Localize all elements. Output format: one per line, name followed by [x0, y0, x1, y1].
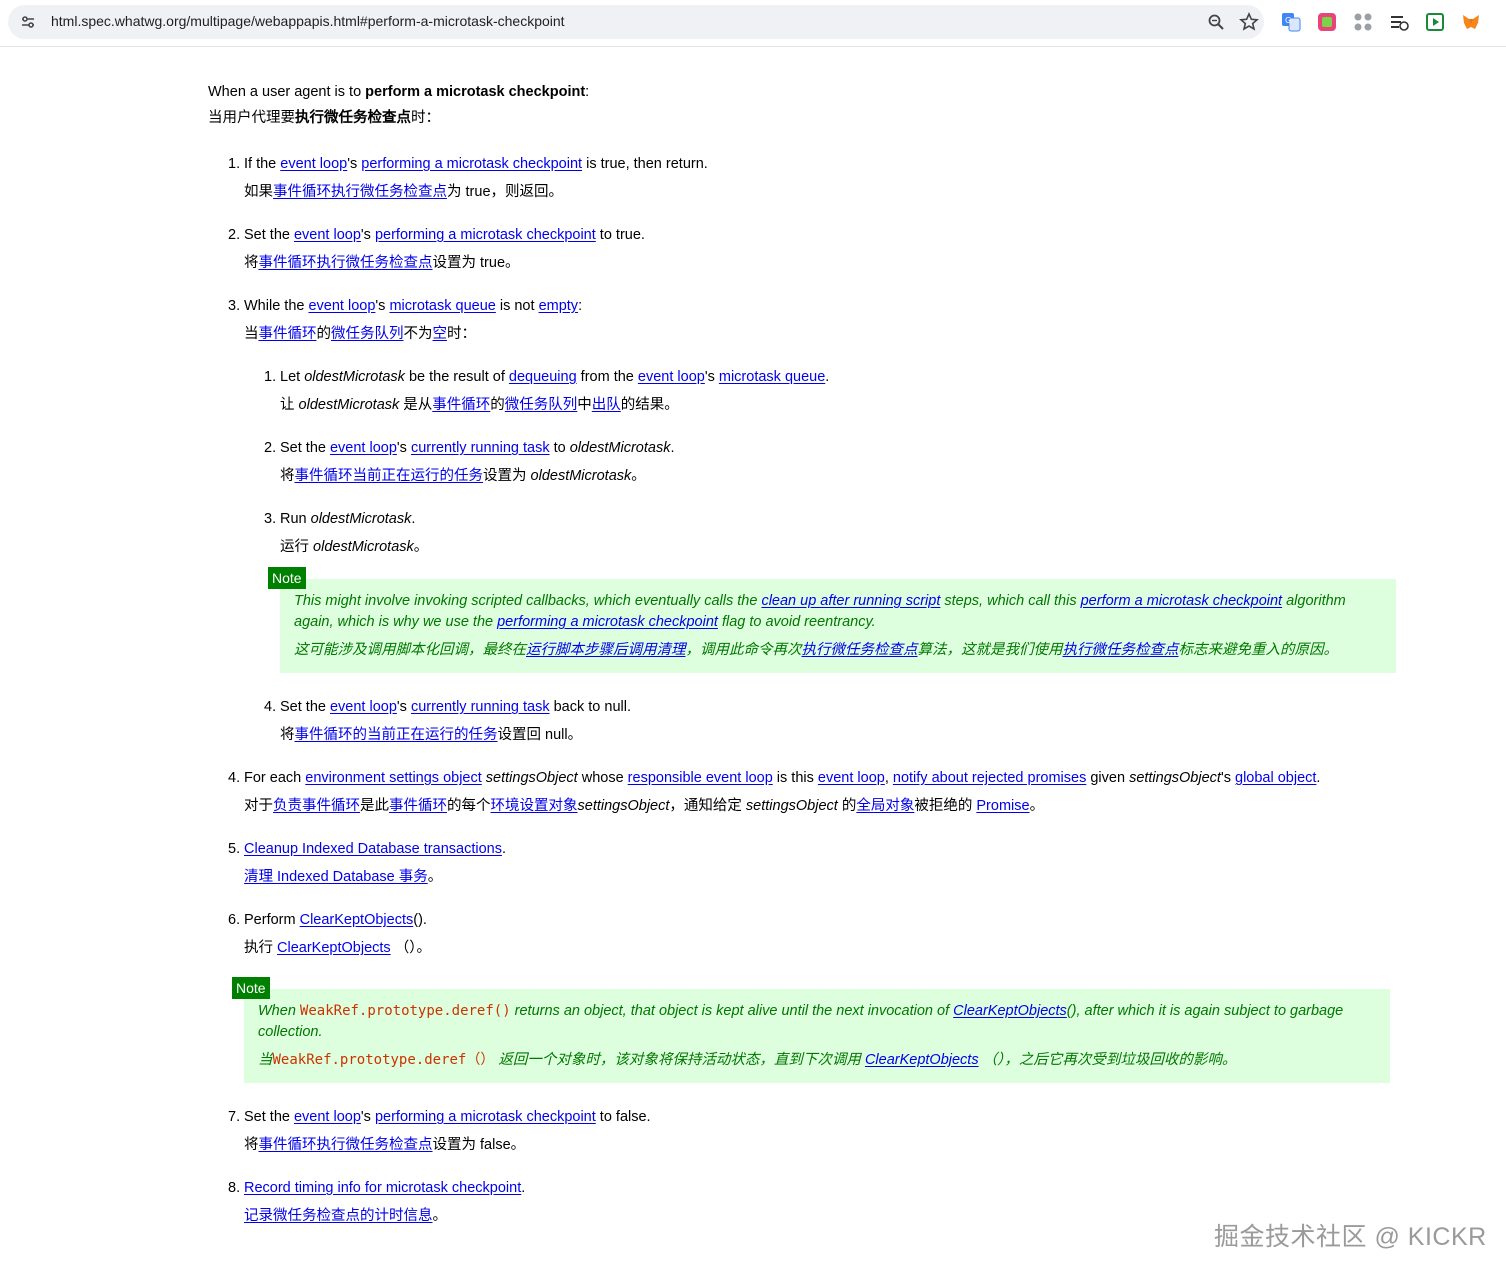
- link-event-loop[interactable]: event loop: [330, 440, 397, 456]
- link-zh-cleanup-indexed-db[interactable]: 清理 Indexed Database 事务: [244, 869, 428, 885]
- link-performing-checkpoint[interactable]: performing a microtask checkpoint: [361, 156, 582, 172]
- note-label: Note: [268, 567, 306, 589]
- link-zh-performing-checkpoint[interactable]: 执行微任务检查点: [1063, 642, 1179, 658]
- link-zh-event-loop[interactable]: 事件循环: [432, 397, 490, 413]
- link-currently-running-task[interactable]: currently running task: [411, 699, 550, 715]
- link-performing-checkpoint[interactable]: performing a microtask checkpoint: [497, 614, 718, 630]
- link-zh-microtask-queue[interactable]: 微任务队列: [505, 397, 578, 413]
- link-performing-checkpoint[interactable]: performing a microtask checkpoint: [375, 227, 596, 243]
- code-weakref-deref-zh: WeakRef.prototype.deref（）: [272, 1052, 495, 1068]
- url-text[interactable]: html.spec.whatwg.org/multipage/webappapi…: [51, 13, 565, 29]
- substep-1: 1. Let oldestMicrotask be the result of …: [264, 369, 830, 413]
- term-definition[interactable]: perform a microtask checkpoint: [365, 84, 585, 100]
- link-event-loop[interactable]: event loop: [294, 1109, 361, 1125]
- link-global-object[interactable]: global object: [1235, 770, 1316, 786]
- link-event-loop[interactable]: event loop: [280, 156, 347, 172]
- link-promise[interactable]: Promise: [976, 798, 1029, 814]
- link-zh-record-timing-info[interactable]: 记录微任务检查点的计时信息: [244, 1208, 433, 1224]
- note-box-reentrancy: Note This might involve invoking scripte…: [268, 567, 1396, 673]
- link-event-loop[interactable]: event loop: [308, 298, 375, 314]
- svg-text:G: G: [1285, 16, 1291, 25]
- substep-3: 3. Run oldestMicrotask. 运行 oldestMicrota…: [264, 511, 429, 555]
- step-8: 8. Record timing info for microtask chec…: [228, 1180, 526, 1224]
- link-perform-checkpoint[interactable]: perform a microtask checkpoint: [1081, 593, 1282, 609]
- link-clearkeptobjects[interactable]: ClearKeptObjects: [300, 912, 414, 928]
- zoom-icon[interactable]: [1207, 13, 1225, 31]
- link-event-loop[interactable]: event loop: [818, 770, 885, 786]
- link-zh-empty[interactable]: 空: [433, 326, 448, 342]
- link-zh-performing[interactable]: 事件循环执行微任务检查点: [273, 184, 447, 200]
- link-notify-rejected-promises[interactable]: notify about rejected promises: [893, 770, 1086, 786]
- link-cleanup-indexed-db[interactable]: Cleanup Indexed Database transactions: [244, 841, 502, 857]
- metamask-fox-icon[interactable]: [1461, 12, 1481, 32]
- bookmark-star-icon[interactable]: [1239, 12, 1259, 32]
- link-empty[interactable]: empty: [539, 298, 579, 314]
- link-zh-event-loop[interactable]: 事件循环: [259, 326, 317, 342]
- link-record-timing-info[interactable]: Record timing info for microtask checkpo…: [244, 1180, 521, 1196]
- link-zh-global-object[interactable]: 全局对象: [856, 798, 914, 814]
- intro-zh: 当用户代理要执行微任务检查点时：: [208, 110, 440, 126]
- algorithm-steps-end: 7. Set the event loop's performing a mic…: [208, 1107, 1368, 1226]
- link-zh-dequeue[interactable]: 出队: [592, 397, 621, 413]
- video-extension-icon[interactable]: [1425, 12, 1445, 32]
- step-4: 4. For each environment settings object …: [228, 770, 1321, 814]
- link-zh-perform-checkpoint[interactable]: 执行微任务检查点: [802, 642, 918, 658]
- link-zh-settings-object[interactable]: 环境设置对象: [491, 798, 578, 814]
- link-clearkeptobjects[interactable]: ClearKeptObjects: [953, 1003, 1067, 1019]
- intro-en: When a user agent is to perform a microt…: [208, 84, 590, 100]
- link-zh-running-task[interactable]: 事件循环当前正在运行的任务: [295, 468, 484, 484]
- step-7: 7. Set the event loop's performing a mic…: [228, 1109, 651, 1153]
- link-zh-clearkeptobjects[interactable]: ClearKeptObjects: [277, 940, 391, 956]
- code-weakref-deref: WeakRef.prototype.deref(): [299, 1003, 511, 1019]
- link-zh-microtask-queue[interactable]: 微任务队列: [331, 326, 404, 342]
- link-zh-clearkeptobjects[interactable]: ClearKeptObjects: [865, 1052, 979, 1068]
- translate-extension-icon[interactable]: G: [1281, 12, 1301, 32]
- link-clean-up-after-running-script[interactable]: clean up after running script: [761, 593, 940, 609]
- algorithm-steps: 1. If the event loop's performing a micr…: [208, 154, 1396, 958]
- link-microtask-queue[interactable]: microtask queue: [389, 298, 495, 314]
- link-event-loop[interactable]: event loop: [330, 699, 397, 715]
- step-1: 1. If the event loop's performing a micr…: [228, 156, 708, 200]
- substeps-continued: 4. Set the event loop's currently runnin…: [244, 697, 1368, 745]
- colorful-extension-icon[interactable]: [1317, 12, 1337, 32]
- link-currently-running-task[interactable]: currently running task: [411, 440, 550, 456]
- link-performing-checkpoint[interactable]: performing a microtask checkpoint: [375, 1109, 596, 1125]
- link-zh-clean-up[interactable]: 运行脚本步骤后调用清理: [526, 642, 686, 658]
- tune-icon[interactable]: [20, 14, 36, 30]
- link-zh-performing[interactable]: 事件循环执行微任务检查点: [259, 1137, 433, 1153]
- link-event-loop[interactable]: event loop: [638, 369, 705, 385]
- note-box-weakref: Note When WeakRef.prototype.deref() retu…: [232, 977, 1390, 1083]
- link-event-loop[interactable]: event loop: [294, 227, 361, 243]
- link-zh-running-task[interactable]: 事件循环的当前正在运行的任务: [295, 727, 498, 743]
- substeps: 1. Let oldestMicrotask be the result of …: [244, 367, 1368, 557]
- browser-toolbar: html.spec.whatwg.org/multipage/webappapi…: [0, 0, 1506, 47]
- address-bar[interactable]: html.spec.whatwg.org/multipage/webappapi…: [8, 5, 1264, 39]
- link-zh-responsible-event-loop[interactable]: 负责事件循环: [273, 798, 360, 814]
- link-microtask-queue[interactable]: microtask queue: [719, 369, 825, 385]
- substep-4: 4. Set the event loop's currently runnin…: [264, 699, 631, 743]
- spec-section: When a user agent is to perform a microt…: [208, 82, 1396, 1249]
- step-5: 5. Cleanup Indexed Database transactions…: [228, 841, 506, 885]
- watermark: 掘金技术社区 @ KICKR: [1214, 1223, 1487, 1251]
- step-2: 2. Set the event loop's performing a mic…: [228, 227, 645, 271]
- grid-extension-icon[interactable]: [1353, 12, 1373, 32]
- link-zh-event-loop[interactable]: 事件循环: [389, 798, 447, 814]
- link-environment-settings-object[interactable]: environment settings object: [305, 770, 482, 786]
- list-extension-icon[interactable]: [1389, 12, 1409, 32]
- step-6: 6. Perform ClearKeptObjects(). 执行 ClearK…: [228, 912, 431, 956]
- step-3: 3. While the event loop's microtask queu…: [208, 296, 1396, 745]
- link-responsible-event-loop[interactable]: responsible event loop: [628, 770, 773, 786]
- substep-2: 2. Set the event loop's currently runnin…: [264, 440, 675, 484]
- link-dequeuing[interactable]: dequeuing: [509, 369, 577, 385]
- note-label: Note: [232, 977, 270, 999]
- link-zh-performing[interactable]: 事件循环执行微任务检查点: [259, 255, 433, 271]
